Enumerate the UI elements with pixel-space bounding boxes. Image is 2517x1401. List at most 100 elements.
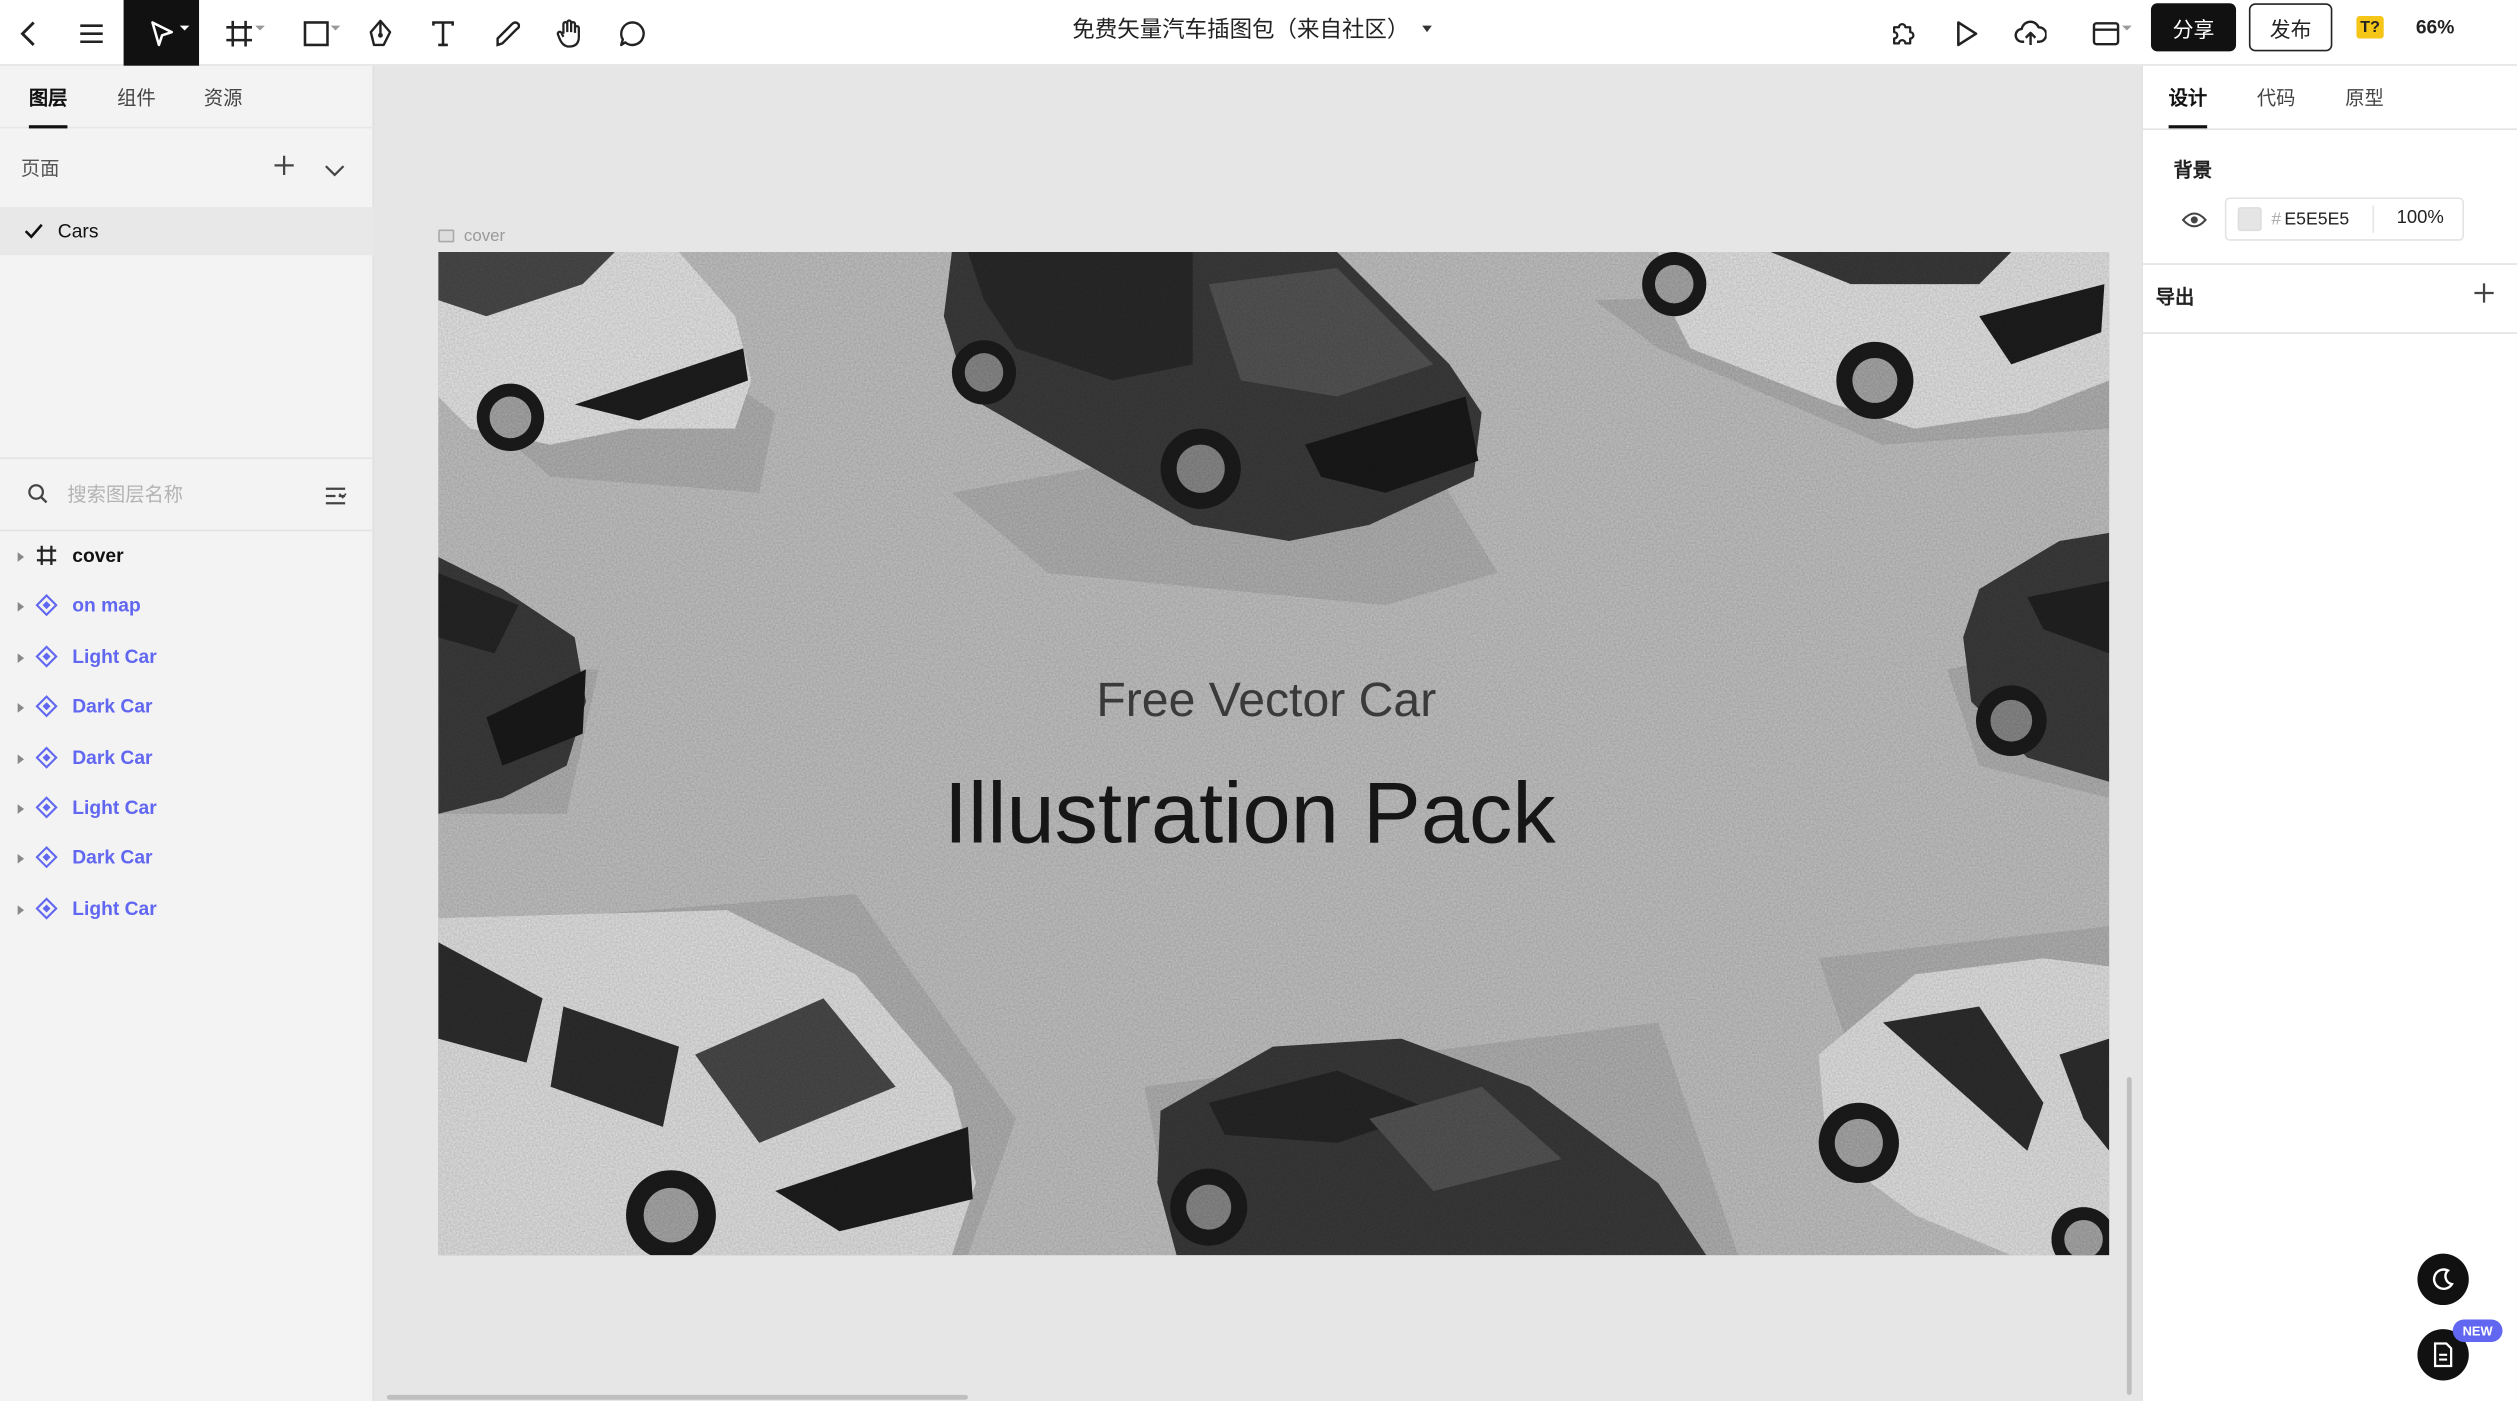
upload-button[interactable]	[2011, 0, 2050, 66]
pencil-tool-button[interactable]	[490, 0, 525, 66]
theme-toggle-button[interactable]	[2417, 1253, 2469, 1306]
background-color-field[interactable]: # E5E5E5 100%	[2224, 197, 2464, 241]
rectangle-icon	[303, 20, 329, 46]
tab-layers[interactable]: 图层	[28, 66, 68, 129]
hash-symbol: #	[2271, 209, 2282, 229]
search-icon	[27, 483, 48, 512]
page-name: Cars	[57, 219, 99, 243]
layer-row[interactable]: Dark Car	[0, 682, 374, 732]
layout-button[interactable]	[2079, 0, 2134, 66]
export-section-title: 导出	[2155, 285, 2195, 309]
move-tool-button[interactable]	[123, 0, 200, 66]
cover-artboard[interactable]	[438, 252, 2110, 1256]
expand-arrow-icon[interactable]	[17, 853, 25, 864]
plugins-button[interactable]	[1886, 0, 1921, 66]
expand-arrow-icon[interactable]	[17, 905, 25, 915]
color-swatch[interactable]	[2237, 207, 2262, 232]
cover-subtitle: Free Vector Car	[1096, 674, 1437, 728]
text-tool-button[interactable]	[425, 0, 460, 66]
cover-title: Illustration Pack	[943, 765, 1556, 862]
expand-arrow-icon[interactable]	[17, 653, 25, 663]
page-item-cars[interactable]: Cars	[0, 207, 375, 256]
comment-icon	[620, 20, 645, 46]
play-button[interactable]	[1949, 0, 1984, 66]
component-icon	[35, 594, 58, 624]
component-icon	[35, 796, 58, 826]
frame-label-icon	[438, 229, 455, 243]
left-tabs: 图层 组件 资源	[0, 66, 375, 129]
layer-search-input[interactable]: 搜索图层名称	[67, 480, 183, 507]
frame-tool-button[interactable]	[217, 0, 265, 66]
component-icon	[35, 695, 58, 725]
add-export-icon[interactable]	[2474, 283, 2495, 312]
moon-icon	[2432, 1268, 2454, 1290]
hand-icon	[556, 18, 580, 47]
puzzle-icon	[1893, 22, 1915, 44]
expand-arrow-icon[interactable]	[17, 552, 25, 562]
pen-icon	[369, 18, 392, 46]
document-icon	[2433, 1342, 2453, 1368]
new-badge: NEW	[2452, 1319, 2503, 1342]
layer-name: Light Car	[72, 897, 157, 920]
pen-tool-button[interactable]	[363, 0, 398, 66]
cursor-icon	[150, 20, 173, 46]
divider	[2372, 205, 2375, 233]
layer-name: Light Car	[72, 796, 157, 819]
component-icon	[35, 645, 58, 675]
document-title-dropdown[interactable]: 免费矢量汽车插图包（来自社区）	[1059, 0, 1444, 58]
expand-arrow-icon[interactable]	[17, 601, 25, 612]
frame-icon	[226, 20, 253, 46]
frame-label[interactable]: cover	[438, 226, 505, 246]
divider	[2142, 128, 2517, 131]
add-page-icon[interactable]	[273, 154, 295, 184]
layer-row[interactable]: Light Car	[0, 632, 374, 682]
caret-down-icon	[1422, 25, 1432, 33]
tab-assets[interactable]: 资源	[204, 66, 243, 129]
layer-row[interactable]: on map	[0, 581, 374, 631]
play-icon	[1957, 20, 1978, 46]
hand-tool-button[interactable]	[551, 0, 590, 66]
comment-tool-button[interactable]	[615, 0, 650, 66]
background-hex-input[interactable]: E5E5E5	[2284, 209, 2349, 228]
tab-components[interactable]: 组件	[117, 66, 156, 129]
left-panel: 图层 组件 资源 页面 Cars 搜索图层名称 cover on map Lig…	[0, 65, 375, 1401]
plugin-badge[interactable]: T?	[2356, 16, 2384, 39]
tab-prototype[interactable]: 原型	[2345, 66, 2384, 129]
layer-name: Dark Car	[72, 695, 153, 718]
background-section-title: 背景	[2173, 158, 2212, 182]
collapse-pages-icon[interactable]	[324, 157, 345, 186]
layer-name: on map	[72, 593, 141, 617]
horizontal-scrollbar[interactable]	[386, 1394, 968, 1400]
vertical-scrollbar[interactable]	[2126, 1077, 2132, 1395]
component-icon	[35, 846, 58, 876]
document-title: 免费矢量汽车插图包（来自社区）	[1072, 16, 1410, 42]
eye-icon[interactable]	[2181, 209, 2207, 238]
filter-icon[interactable]	[324, 485, 347, 514]
component-icon	[35, 897, 58, 927]
top-toolbar: 免费矢量汽车插图包（来自社区） 分享 发布 T? 66%	[0, 0, 2517, 66]
share-button[interactable]: 分享	[2150, 3, 2237, 52]
tab-code[interactable]: 代码	[2257, 66, 2296, 129]
expand-arrow-icon[interactable]	[17, 804, 25, 814]
back-icon[interactable]	[10, 0, 49, 66]
zoom-level[interactable]: 66%	[2416, 0, 2455, 55]
expand-arrow-icon[interactable]	[17, 703, 25, 713]
layer-name: cover	[72, 544, 124, 567]
cloud-upload-icon	[2014, 19, 2047, 45]
app-window: 免费矢量汽车插图包（来自社区） 分享 发布 T? 66% 图层 组件 资源 页面	[0, 0, 2517, 1401]
tab-design[interactable]: 设计	[2168, 66, 2208, 129]
layer-name: Dark Car	[72, 746, 153, 769]
divider	[2142, 332, 2517, 334]
check-icon	[24, 223, 43, 239]
main-menu-icon[interactable]	[72, 0, 111, 66]
layout-icon	[2092, 21, 2120, 45]
shape-tool-button[interactable]	[292, 0, 341, 66]
background-opacity-input[interactable]: 100%	[2397, 209, 2444, 228]
layer-row[interactable]: cover	[0, 531, 374, 581]
layer-row[interactable]: Dark Car	[0, 833, 374, 883]
layer-row[interactable]: Dark Car	[0, 734, 374, 784]
expand-arrow-icon[interactable]	[17, 754, 25, 765]
layer-row[interactable]: Light Car	[0, 884, 374, 934]
layer-row[interactable]: Light Car	[0, 783, 374, 833]
publish-button[interactable]: 发布	[2248, 3, 2333, 52]
